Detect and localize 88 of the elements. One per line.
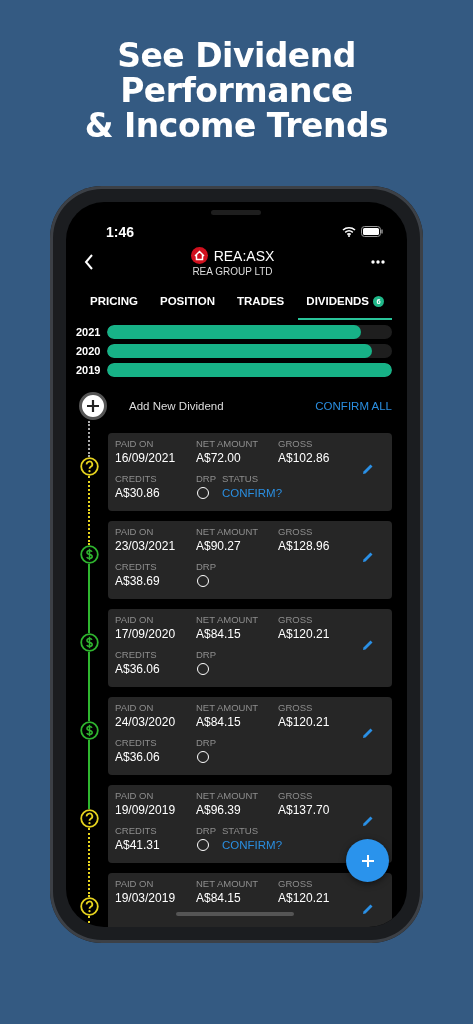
- field-value: 24/03/2020: [115, 715, 177, 730]
- field-label: NET AMOUNT: [196, 527, 260, 538]
- field-label: GROSS: [278, 879, 314, 890]
- tab[interactable]: TRADES: [229, 284, 293, 320]
- year-label: 2021: [76, 326, 102, 338]
- field-label: CREDITS: [115, 737, 158, 749]
- field-value: A$30.86: [115, 486, 161, 501]
- dividend-card[interactable]: PAID ON 16/09/2021 NET AMOUNT A$72.00 GROSS A$102.86 CREDITS A$30.86 DRP STATUS CONFIRM?: [108, 433, 392, 511]
- wifi-icon: [342, 226, 356, 237]
- company-name: REA GROUP LTD: [192, 266, 273, 277]
- confirm-link[interactable]: CONFIRM?: [222, 838, 283, 851]
- battery-icon: [361, 226, 383, 237]
- field-label: DRP: [196, 561, 218, 573]
- status-time: 1:46: [106, 224, 135, 240]
- dividend-card[interactable]: PAID ON 19/03/2019 NET AMOUNT A$84.15 GROSS A$120.21: [108, 873, 392, 927]
- field-label: CREDITS: [115, 649, 158, 661]
- field-value: 19/03/2019: [115, 891, 177, 906]
- field-label: STATUS: [222, 825, 260, 837]
- field-label: DRP: [196, 825, 218, 837]
- field-value: A$96.39: [196, 803, 242, 818]
- field-label: GROSS: [278, 703, 314, 714]
- field-value: A$120.21: [278, 715, 330, 730]
- field-value: A$102.86: [278, 451, 330, 466]
- plus-icon: [86, 399, 100, 413]
- tab[interactable]: PRICING: [82, 284, 146, 320]
- field-label: PAID ON: [115, 791, 155, 802]
- field-label: PAID ON: [115, 615, 155, 626]
- field-label: NET AMOUNT: [196, 703, 260, 714]
- field-label: NET AMOUNT: [196, 879, 260, 890]
- dividend-card[interactable]: PAID ON 17/09/2020 NET AMOUNT A$84.15 GROSS A$120.21 CREDITS A$36.06 DRP: [108, 609, 392, 687]
- field-label: GROSS: [278, 615, 314, 626]
- field-label: DRP: [196, 649, 218, 661]
- field-value: 17/09/2020: [115, 627, 177, 642]
- field-label: CREDITS: [115, 561, 158, 573]
- edit-icon[interactable]: [362, 639, 374, 651]
- field-label: DRP: [196, 737, 218, 749]
- field-label: GROSS: [278, 527, 314, 538]
- field-label: PAID ON: [115, 439, 155, 450]
- field-value: A$120.21: [278, 627, 330, 642]
- field-label: STATUS: [222, 473, 260, 485]
- edit-icon[interactable]: [362, 727, 374, 739]
- field-value: A$84.15: [196, 715, 242, 730]
- edit-icon[interactable]: [362, 463, 374, 475]
- dividend-card[interactable]: PAID ON 19/09/2019 NET AMOUNT A$96.39 GROSS A$137.70 CREDITS A$41.31 DRP STATUS CONFIRM?: [108, 785, 392, 863]
- add-dividend-label: Add New Dividend: [129, 400, 225, 412]
- notch: [211, 210, 261, 215]
- confirm-link[interactable]: CONFIRM?: [222, 486, 283, 499]
- field-value: A$137.70: [278, 803, 330, 818]
- year-label: 2019: [76, 364, 102, 376]
- plus-icon: [360, 853, 375, 868]
- field-label: NET AMOUNT: [196, 615, 260, 626]
- field-label: GROSS: [278, 439, 314, 450]
- field-value: A$72.00: [196, 451, 242, 466]
- add-button[interactable]: [79, 392, 107, 420]
- tab[interactable]: POSITION: [152, 284, 223, 320]
- dividend-card[interactable]: PAID ON 24/03/2020 NET AMOUNT A$84.15 GROSS A$120.21 CREDITS A$36.06 DRP: [108, 697, 392, 775]
- field-value: A$36.06: [115, 662, 161, 677]
- field-label: PAID ON: [115, 879, 155, 890]
- field-label: GROSS: [278, 791, 314, 802]
- field-label: NET AMOUNT: [196, 791, 260, 802]
- dividend-card[interactable]: PAID ON 23/03/2021 NET AMOUNT A$90.27 GROSS A$128.96 CREDITS A$38.69 DRP: [108, 521, 392, 599]
- house-logo-icon: [190, 247, 208, 264]
- more-icon[interactable]: [371, 260, 385, 264]
- field-value: 16/09/2021: [115, 451, 177, 466]
- edit-icon[interactable]: [362, 815, 374, 827]
- field-value: A$120.21: [278, 891, 330, 906]
- field-value: A$36.06: [115, 750, 161, 765]
- confirm-all-link[interactable]: CONFIRM ALL: [315, 400, 392, 412]
- field-value: A$84.15: [196, 627, 242, 642]
- stock-symbol: REA:ASX: [213, 247, 275, 264]
- edit-icon[interactable]: [362, 551, 374, 563]
- field-label: PAID ON: [115, 527, 155, 538]
- field-value: A$90.27: [196, 539, 242, 554]
- field-value: A$41.31: [115, 838, 161, 853]
- field-label: PAID ON: [115, 703, 155, 714]
- field-value: 23/03/2021: [115, 539, 177, 554]
- field-value: 19/09/2019: [115, 803, 177, 818]
- field-label: NET AMOUNT: [196, 439, 260, 450]
- field-label: DRP: [196, 473, 218, 485]
- field-value: A$38.69: [115, 574, 161, 589]
- back-icon[interactable]: [84, 254, 94, 270]
- year-label: 2020: [76, 345, 102, 357]
- field-value: A$128.96: [278, 539, 330, 554]
- headline: See Dividend Performance & Income Trends: [83, 35, 390, 143]
- edit-icon[interactable]: [362, 903, 374, 915]
- field-value: A$84.15: [196, 891, 242, 906]
- field-label: CREDITS: [115, 473, 158, 485]
- field-label: CREDITS: [115, 825, 158, 837]
